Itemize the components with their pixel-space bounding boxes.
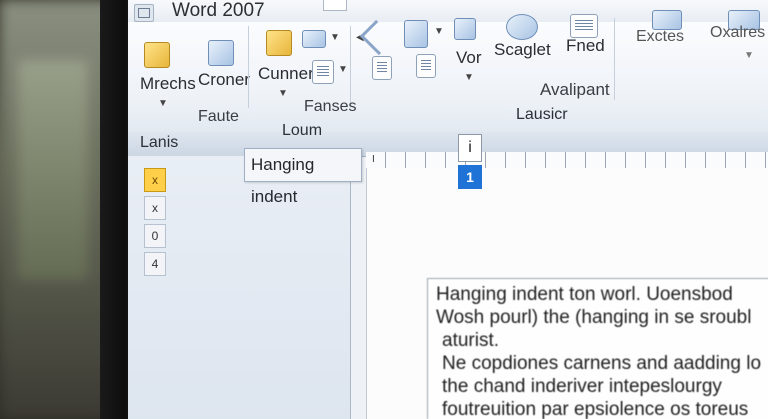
arrow-left-icon[interactable] xyxy=(359,19,396,56)
chevron-down-icon[interactable]: ▼ xyxy=(330,32,340,43)
left-pane: x x 0 4 xyxy=(128,156,351,419)
quick-access-icon[interactable] xyxy=(323,0,347,11)
indent-number-badge: 1 xyxy=(458,165,482,189)
scaglet-icon xyxy=(506,14,538,40)
ribbon-separator xyxy=(248,26,249,108)
ribbon-button-croner[interactable]: Croner xyxy=(198,70,250,90)
hanging-indent-handle[interactable]: i xyxy=(458,134,482,162)
document-line: foutreuition par epsiolence os toreus xyxy=(442,399,749,419)
word-screen: Word 2007 Mrechs ▼ Croner ▼ Cunner ▼ ▼ ◀… xyxy=(128,0,768,419)
document-line: aturist. xyxy=(442,330,500,351)
fned-icon xyxy=(570,14,598,38)
band-right-label: Lausicr xyxy=(516,106,568,123)
document-line: the chand inderiver intepeslourgy xyxy=(442,376,722,397)
group-label-faute: Faute xyxy=(198,108,239,125)
ribbon-button-mrechs[interactable]: Mrechs xyxy=(140,74,196,94)
group-label-avalipant: Avalipant xyxy=(540,80,610,99)
pane-button[interactable]: 4 xyxy=(144,252,166,276)
sort-icon[interactable] xyxy=(404,20,428,48)
group-label-fanses: Fanses xyxy=(304,98,357,115)
document-page[interactable]: Hanging indent ton worl. Uoensbod Wosh p… xyxy=(366,168,768,419)
chevron-down-icon[interactable]: ▼ xyxy=(338,64,348,75)
ribbon-button-exctes[interactable]: Exctes xyxy=(636,28,684,46)
pane-button[interactable]: 0 xyxy=(144,224,166,248)
app-title: Word 2007 xyxy=(172,0,265,21)
background-window xyxy=(0,0,115,419)
chevron-down-icon[interactable]: ▼ xyxy=(464,72,474,83)
chevron-down-icon[interactable]: ▼ xyxy=(278,88,288,99)
document-line: Wosh pourl) the (hanging in se sroubl xyxy=(436,307,752,328)
chevron-down-icon[interactable]: ▼ xyxy=(158,98,168,109)
paragraph-icon[interactable] xyxy=(312,60,334,84)
band-center-label: Loum xyxy=(282,122,323,139)
document-line: Hanging indent ton worl. Uoensbod xyxy=(436,284,733,305)
vor-icon xyxy=(454,18,476,40)
app-menu-icon[interactable] xyxy=(134,4,154,22)
croner-icon xyxy=(208,40,234,66)
ribbon-separator xyxy=(614,18,615,100)
exctes-icon xyxy=(652,10,682,30)
ribbon-button-oxalres[interactable]: Oxalres xyxy=(710,24,765,42)
cunner-icon xyxy=(266,30,292,56)
ribbon: Mrechs ▼ Croner ▼ Cunner ▼ ▼ ◀ ▼ Vor ▼ S… xyxy=(128,10,768,133)
document-line: Ne copdiones carnens and aadding lo xyxy=(442,353,762,374)
chevron-down-icon[interactable]: ▼ xyxy=(434,26,444,37)
hanging-indent-tooltip: Hanging indent xyxy=(244,148,362,206)
page-icon[interactable] xyxy=(416,54,436,78)
ribbon-button-cunner[interactable]: Cunner xyxy=(258,64,314,84)
page-icon[interactable] xyxy=(372,56,392,80)
band-left-label: Lanis xyxy=(140,134,179,151)
pane-button[interactable]: x xyxy=(144,196,166,220)
horizontal-ruler[interactable]: I xyxy=(366,152,768,169)
mrechs-icon xyxy=(144,42,170,68)
indent-list-icon[interactable] xyxy=(302,30,326,48)
document-body[interactable]: Hanging indent ton worl. Uoensbod Wosh p… xyxy=(427,278,768,419)
tab-stop-marker[interactable]: I xyxy=(372,154,375,165)
ribbon-button-scaglet[interactable]: Scaglet xyxy=(494,40,551,60)
ribbon-button-fned[interactable]: Fned xyxy=(566,36,605,56)
ribbon-separator xyxy=(350,26,351,108)
close-icon[interactable]: x xyxy=(144,168,166,192)
chevron-down-icon[interactable]: ▼ xyxy=(744,50,754,61)
ribbon-button-vor[interactable]: Vor xyxy=(456,48,482,68)
